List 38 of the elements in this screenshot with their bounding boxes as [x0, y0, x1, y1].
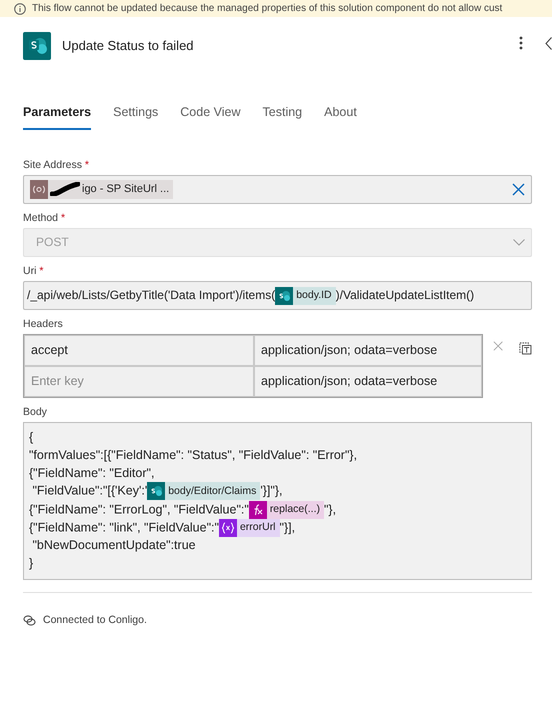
variable-icon — [218, 518, 237, 537]
value-field[interactable]: application/json; odata=verbose — [254, 334, 482, 366]
site-address-field[interactable]: igo - SP SiteUrl ... — [23, 174, 532, 204]
key-field[interactable]: accept — [24, 334, 254, 366]
dynamic-value-chip[interactable]: igo - SP SiteUrl ... — [30, 180, 174, 199]
dynamic-value-token[interactable]: body.ID — [275, 286, 336, 305]
field-label: Site Address * — [23, 158, 89, 172]
info-icon — [14, 3, 26, 15]
dynamic-value-token[interactable]: replace(...) — [248, 500, 324, 519]
field-label: Headers — [23, 318, 63, 331]
collapse-icon[interactable] — [545, 36, 552, 50]
field-label: Method * — [23, 212, 66, 225]
field-label: Uri * — [23, 264, 44, 278]
uri-field[interactable]: /_api/web/Lists/GetbyTitle('Data Import')/items( body.ID )/ValidateUpdateListItem() — [23, 280, 532, 310]
link-icon — [23, 615, 36, 626]
close-icon[interactable] — [493, 340, 504, 352]
tab[interactable]: Code View — [180, 103, 241, 130]
dynamic-value-token[interactable]: body/Editor/Claims — [147, 482, 260, 500]
tab[interactable]: About — [324, 103, 357, 130]
dynamic-value-token[interactable]: errorUrl — [218, 518, 280, 537]
sharepoint-icon — [23, 32, 51, 60]
function-icon — [248, 500, 267, 519]
close-icon[interactable] — [512, 182, 525, 196]
field-label: Body — [23, 406, 47, 419]
body-editor[interactable]: { "formValues":[{"FieldName": "Status", "FieldValue": "Error"}, {"FieldName": "Editor", "FieldValue":"[{'Key':' body/Editor/Claims '}]"}, {"FieldName": "ErrorLog", "FieldValue":" replace(...) "}, {"FieldName": "link", "FieldValue":" errorUrl "}], "bNewDocumentUpdate":true } — [23, 422, 532, 580]
more-options-icon[interactable] — [519, 36, 523, 50]
tab[interactable]: Settings — [113, 103, 158, 130]
chevron-down-icon — [513, 238, 525, 246]
sharepoint-icon — [147, 482, 166, 500]
delete-icon[interactable] — [519, 340, 532, 356]
value-field[interactable]: application/json; odata=verbose — [254, 366, 482, 397]
tab[interactable]: Parameters — [23, 103, 92, 130]
warning-message: This flow cannot be updated because the managed properties of this solution component do not allow cust — [32, 3, 502, 15]
tab[interactable]: Testing — [262, 103, 302, 130]
connection-status: Connected to Conligo. — [43, 612, 147, 628]
connection-icon — [30, 180, 48, 199]
sharepoint-icon — [275, 286, 294, 305]
action-title: Update Status to failed — [62, 37, 195, 56]
